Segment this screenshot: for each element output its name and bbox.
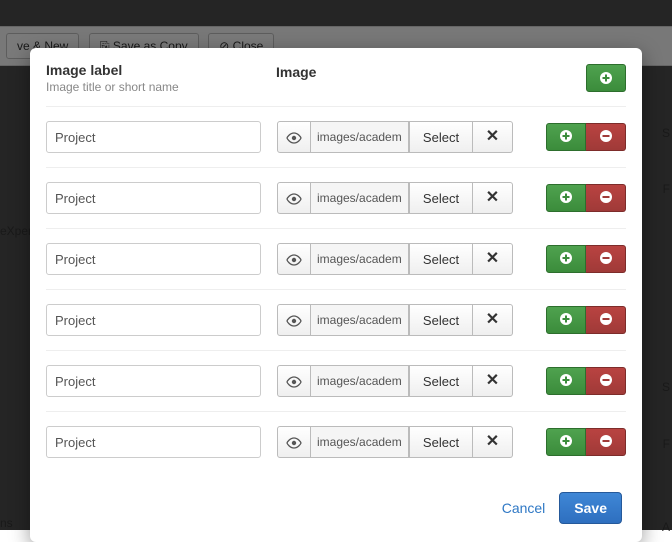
save-button[interactable]: Save: [559, 492, 622, 524]
image-row: Select ✕: [46, 106, 626, 167]
x-icon: ✕: [486, 129, 499, 145]
image-picker-group: Select ✕: [277, 121, 513, 153]
image-picker-group: Select ✕: [277, 304, 513, 336]
add-below-button[interactable]: [546, 245, 586, 273]
eye-icon: [286, 437, 302, 447]
image-column-title: Image: [276, 64, 516, 80]
preview-button[interactable]: [277, 182, 311, 214]
x-icon: ✕: [486, 312, 499, 328]
row-actions: [546, 123, 626, 151]
image-list-modal: Image label Image title or short name Im…: [30, 48, 642, 542]
preview-button[interactable]: [277, 243, 311, 275]
preview-button[interactable]: [277, 426, 311, 458]
image-label-input[interactable]: [46, 365, 261, 397]
add-below-button[interactable]: [546, 184, 586, 212]
plus-icon: [560, 313, 572, 328]
clear-image-button[interactable]: ✕: [473, 426, 513, 458]
eye-icon: [286, 193, 302, 203]
modal-footer: Cancel Save: [46, 472, 626, 530]
row-actions: [546, 367, 626, 395]
preview-button[interactable]: [277, 365, 311, 397]
image-picker-group: Select ✕: [277, 426, 513, 458]
select-image-button[interactable]: Select: [409, 121, 473, 153]
image-path-input[interactable]: [311, 243, 409, 275]
image-row: Select ✕: [46, 167, 626, 228]
image-picker-group: Select ✕: [277, 243, 513, 275]
select-image-button[interactable]: Select: [409, 304, 473, 336]
image-row: Select ✕: [46, 350, 626, 411]
minus-icon: [600, 374, 612, 389]
x-icon: ✕: [486, 434, 499, 450]
image-row: Select ✕: [46, 289, 626, 350]
image-label-input[interactable]: [46, 304, 261, 336]
image-picker-group: Select ✕: [277, 365, 513, 397]
remove-row-button[interactable]: [586, 184, 626, 212]
plus-icon: [560, 130, 572, 145]
minus-icon: [600, 435, 612, 450]
header-label-col: Image label Image title or short name: [46, 62, 276, 94]
clear-image-button[interactable]: ✕: [473, 304, 513, 336]
image-label-input[interactable]: [46, 243, 261, 275]
image-picker-group: Select ✕: [277, 182, 513, 214]
eye-icon: [286, 132, 302, 142]
plus-icon: [560, 252, 572, 267]
clear-image-button[interactable]: ✕: [473, 365, 513, 397]
minus-icon: [600, 130, 612, 145]
plus-icon: [560, 191, 572, 206]
row-actions: [546, 184, 626, 212]
clear-image-button[interactable]: ✕: [473, 121, 513, 153]
image-row: Select ✕: [46, 411, 626, 472]
image-path-input[interactable]: [311, 182, 409, 214]
rows-container: Select✕Select✕Select✕Select✕Select✕Selec…: [46, 106, 626, 472]
image-path-input[interactable]: [311, 304, 409, 336]
row-actions: [546, 428, 626, 456]
label-column-title: Image label: [46, 62, 276, 78]
x-icon: ✕: [486, 373, 499, 389]
select-image-button[interactable]: Select: [409, 243, 473, 275]
select-image-button[interactable]: Select: [409, 365, 473, 397]
image-label-input[interactable]: [46, 426, 261, 458]
add-row-button[interactable]: [586, 64, 626, 92]
select-image-button[interactable]: Select: [409, 426, 473, 458]
header-image-col: Image: [276, 62, 516, 80]
clear-image-button[interactable]: ✕: [473, 182, 513, 214]
image-path-input[interactable]: [311, 365, 409, 397]
x-icon: ✕: [486, 190, 499, 206]
preview-button[interactable]: [277, 304, 311, 336]
image-path-input[interactable]: [311, 426, 409, 458]
row-actions: [546, 306, 626, 334]
image-label-input[interactable]: [46, 121, 261, 153]
image-label-input[interactable]: [46, 182, 261, 214]
select-image-button[interactable]: Select: [409, 182, 473, 214]
eye-icon: [286, 254, 302, 264]
modal-header: Image label Image title or short name Im…: [46, 62, 626, 94]
add-below-button[interactable]: [546, 367, 586, 395]
add-below-button[interactable]: [546, 123, 586, 151]
image-path-input[interactable]: [311, 121, 409, 153]
eye-icon: [286, 315, 302, 325]
eye-icon: [286, 376, 302, 386]
add-below-button[interactable]: [546, 306, 586, 334]
remove-row-button[interactable]: [586, 367, 626, 395]
remove-row-button[interactable]: [586, 245, 626, 273]
row-actions: [546, 245, 626, 273]
add-below-button[interactable]: [546, 428, 586, 456]
label-column-subtitle: Image title or short name: [46, 80, 276, 94]
minus-icon: [600, 191, 612, 206]
x-icon: ✕: [486, 251, 499, 267]
header-actions-col: [516, 62, 626, 92]
remove-row-button[interactable]: [586, 428, 626, 456]
plus-icon: [600, 72, 612, 84]
cancel-button[interactable]: Cancel: [502, 500, 546, 516]
image-row: Select ✕: [46, 228, 626, 289]
plus-icon: [560, 374, 572, 389]
preview-button[interactable]: [277, 121, 311, 153]
minus-icon: [600, 252, 612, 267]
plus-icon: [560, 435, 572, 450]
remove-row-button[interactable]: [586, 123, 626, 151]
remove-row-button[interactable]: [586, 306, 626, 334]
minus-icon: [600, 313, 612, 328]
clear-image-button[interactable]: ✕: [473, 243, 513, 275]
